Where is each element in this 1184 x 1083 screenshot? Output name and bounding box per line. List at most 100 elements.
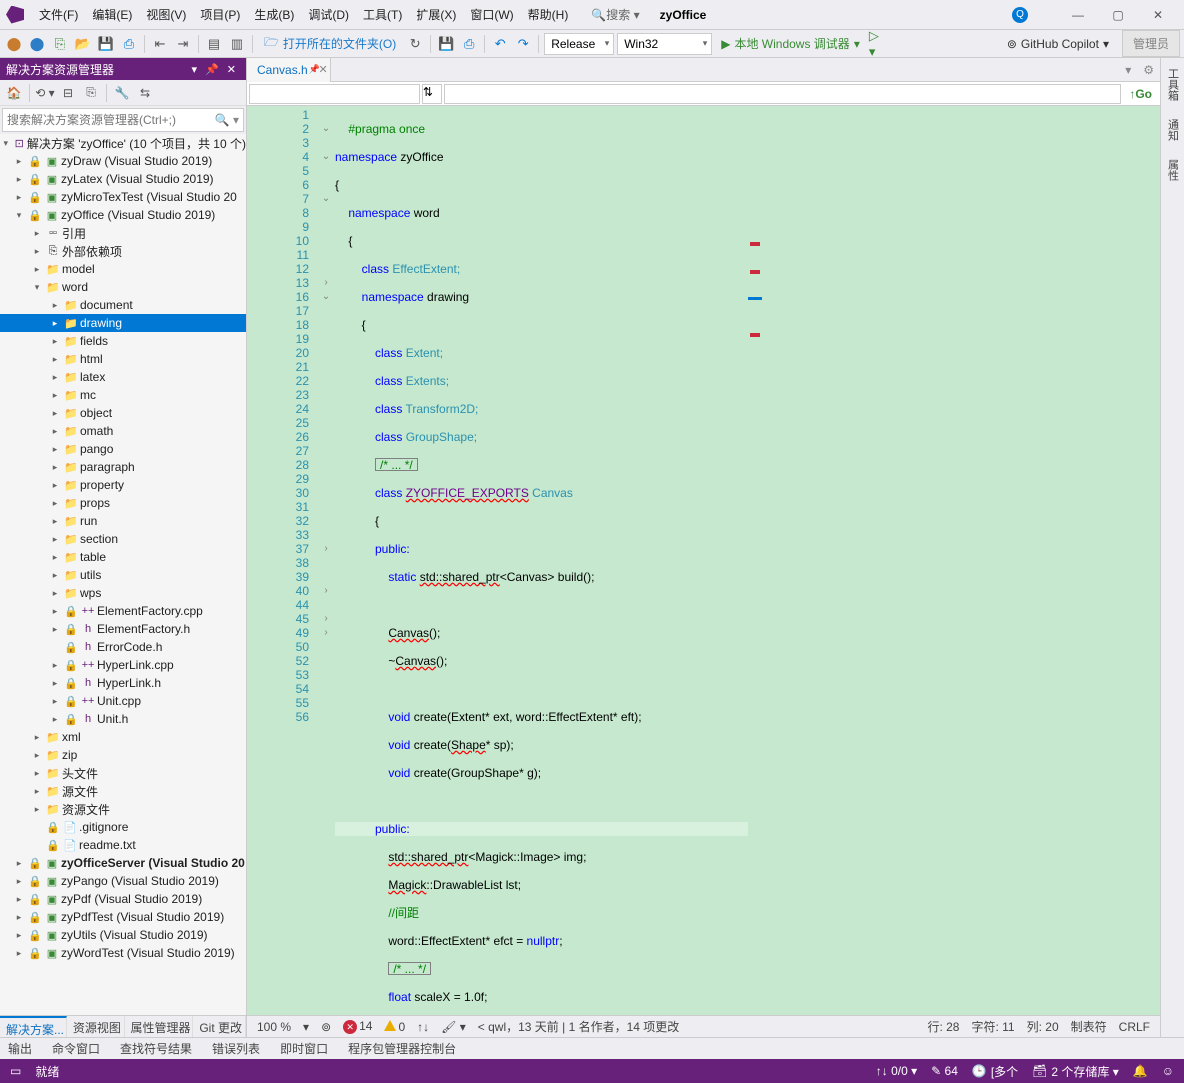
tree-selected[interactable]: ▸📁drawing xyxy=(0,314,246,332)
scope-in-icon[interactable]: ⇤ xyxy=(150,34,170,54)
nav-member-combo[interactable] xyxy=(444,84,1121,104)
solution-explorer: 解决方案资源管理器 ▾ 📌 ✕ 🏠 ⟲ ▾ ⊟ ⎘ 🔧 ⇆ 🔍 ▾ ▾⊡解决方案… xyxy=(0,58,247,1037)
home-icon[interactable]: 🏠 xyxy=(4,83,24,103)
menu-edit[interactable]: 编辑(E) xyxy=(85,2,139,27)
undo-icon[interactable]: ↶ xyxy=(490,34,510,54)
open-icon[interactable]: 📂 xyxy=(73,34,93,54)
pin-icon[interactable]: 📌 xyxy=(205,63,219,76)
open-folder-button[interactable]: 🗁 打开所在的文件夹(O) xyxy=(264,33,396,54)
vs-logo-icon xyxy=(6,6,24,24)
sidebar-tab-git[interactable]: Git 更改 xyxy=(193,1016,246,1037)
char-pos: 字符: 11 xyxy=(971,1018,1014,1035)
properties-icon[interactable]: 🔧 xyxy=(112,83,132,103)
tab-overflow-icon[interactable]: ▾ xyxy=(1119,63,1137,77)
menu-project[interactable]: 项目(P) xyxy=(193,2,247,27)
nav-fwd-icon[interactable]: ⬤ xyxy=(27,34,47,54)
git-sync[interactable]: ↑↓ 0/0 ▾ xyxy=(876,1064,917,1078)
code-editor[interactable]: 1234567891011121316171819202122232425262… xyxy=(247,106,1160,1015)
search-box[interactable]: 🔍 搜索 ▾ xyxy=(591,6,639,23)
scope-pkg[interactable]: 程序包管理器控制台 xyxy=(348,1040,456,1057)
account-icon[interactable]: Q xyxy=(1012,7,1028,23)
menu-debug[interactable]: 调试(D) xyxy=(301,2,356,27)
solution-tree[interactable]: ▾⊡解决方案 'zyOffice' (10 个项目，共 10 个) ▸🔒▣zyD… xyxy=(0,134,246,1015)
nav-scope-combo[interactable] xyxy=(249,84,420,104)
play-outline-icon[interactable]: ▷ ▾ xyxy=(869,34,889,54)
minimize-button[interactable]: — xyxy=(1058,1,1098,29)
ai-icon[interactable]: ⊚ xyxy=(321,1020,331,1034)
code-content[interactable]: #pragma once namespace zyOffice { namesp… xyxy=(335,106,748,1015)
output-icon[interactable]: ▭ xyxy=(10,1064,21,1078)
ready-label: 就绪 xyxy=(35,1063,59,1080)
config-combo[interactable]: Release xyxy=(544,33,614,55)
menu-bar: 文件(F) 编辑(E) 视图(V) 项目(P) 生成(B) 调试(D) 工具(T… xyxy=(0,0,1184,30)
nav-split-combo[interactable]: ⇅ xyxy=(422,84,442,104)
error-count[interactable]: ✕14 xyxy=(343,1019,372,1035)
lineending[interactable]: CRLF xyxy=(1119,1020,1150,1034)
showall-icon[interactable]: ⎘ xyxy=(81,83,101,103)
git-changes[interactable]: ✎ 64 xyxy=(931,1064,958,1078)
maximize-button[interactable]: ▢ xyxy=(1098,1,1138,29)
brush-icon[interactable]: 🖌 ▾ xyxy=(441,1020,466,1034)
toolbox-tab[interactable]: 工具箱 xyxy=(1163,62,1183,107)
sidebar-titlebar: 解决方案资源管理器 ▾ 📌 ✕ xyxy=(0,58,246,80)
scope-immediate[interactable]: 即时窗口 xyxy=(280,1040,328,1057)
feedback-icon[interactable]: ☺ xyxy=(1162,1064,1174,1078)
go-button[interactable]: ↑Go xyxy=(1123,87,1158,101)
fold-column[interactable]: ⌄⌄⌄›⌄›››› xyxy=(317,106,335,1015)
close-button[interactable]: ✕ xyxy=(1138,1,1178,29)
app-title: zyOffice xyxy=(660,8,707,22)
copilot-button[interactable]: ⊚ GitHub Copilot ▾ xyxy=(1007,37,1109,51)
scope-cmd[interactable]: 命令窗口 xyxy=(52,1040,100,1057)
redo-icon[interactable]: ↷ xyxy=(513,34,533,54)
editor-tabbar: Canvas.h📌✕ ▾ ⚙ xyxy=(247,58,1160,82)
status-strip: ▭ 就绪 ↑↓ 0/0 ▾ ✎ 64 🕒 [多个 🗃 2 个存储库 ▾ 🔔 ☺ xyxy=(0,1059,1184,1083)
sidebar-search[interactable]: 🔍 ▾ xyxy=(2,108,244,132)
menu-tools[interactable]: 工具(T) xyxy=(356,2,409,27)
editor-tab[interactable]: Canvas.h📌✕ xyxy=(247,58,331,82)
sidebar-tab-resource[interactable]: 资源视图 xyxy=(67,1016,125,1037)
save2-icon[interactable]: 💾 xyxy=(436,34,456,54)
saveall2-icon[interactable]: ⎙ xyxy=(459,34,479,54)
comment-icon[interactable]: ▤ xyxy=(204,34,224,54)
tab-settings-icon[interactable]: ⚙ xyxy=(1137,63,1160,77)
menu-window[interactable]: 窗口(W) xyxy=(463,2,520,27)
tab-close-icon[interactable]: ✕ xyxy=(314,63,331,76)
scope-output[interactable]: 输出 xyxy=(8,1040,32,1057)
save-icon[interactable]: 💾 xyxy=(96,34,116,54)
new-icon[interactable]: ⎘ xyxy=(50,34,70,54)
menu-view[interactable]: 视图(V) xyxy=(139,2,193,27)
zoom-level[interactable]: 100 % xyxy=(257,1020,291,1034)
marker-bar[interactable] xyxy=(748,106,1161,1015)
menu-extensions[interactable]: 扩展(X) xyxy=(409,2,463,27)
sidebar-tab-solution[interactable]: 解决方案... xyxy=(0,1016,67,1037)
warn-count[interactable]: 0 xyxy=(384,1020,405,1034)
git-branch[interactable]: 🕒 [多个 xyxy=(972,1063,1018,1080)
refresh-icon[interactable]: ↻ xyxy=(405,34,425,54)
scope-find[interactable]: 查找符号结果 xyxy=(120,1040,192,1057)
bell-icon[interactable]: 🔔 xyxy=(1133,1064,1148,1078)
sync-icon[interactable]: ⟲ ▾ xyxy=(35,83,55,103)
notifications-tab[interactable]: 通知 xyxy=(1163,113,1183,147)
menu-help[interactable]: 帮助(H) xyxy=(521,2,576,27)
scope-out-icon[interactable]: ⇥ xyxy=(173,34,193,54)
uncomment-icon[interactable]: ▥ xyxy=(227,34,247,54)
start-debug-button[interactable]: ▶ 本地 Windows 调试器 ▾ xyxy=(721,35,860,52)
line-pos: 行: 28 xyxy=(927,1018,959,1035)
close-panel-icon[interactable]: ✕ xyxy=(227,63,236,76)
col-pos: 列: 20 xyxy=(1027,1018,1059,1035)
dropdown-icon[interactable]: ▾ xyxy=(192,63,198,76)
saveall-icon[interactable]: ⎙ xyxy=(119,34,139,54)
blame-info[interactable]: < qwl，13 天前 | 1 名作者，14 项更改 xyxy=(478,1018,680,1035)
preview-icon[interactable]: ⇆ xyxy=(135,83,155,103)
sidebar-search-input[interactable] xyxy=(3,113,211,127)
scope-errors[interactable]: 错误列表 xyxy=(212,1040,260,1057)
nav-back-icon[interactable]: ⬤ xyxy=(4,34,24,54)
menu-file[interactable]: 文件(F) xyxy=(32,2,85,27)
tab-mode[interactable]: 制表符 xyxy=(1071,1018,1107,1035)
properties-tab[interactable]: 属性 xyxy=(1163,153,1183,187)
git-repos[interactable]: 🗃 2 个存储库 ▾ xyxy=(1032,1063,1119,1080)
sidebar-tab-props[interactable]: 属性管理器 xyxy=(125,1016,194,1037)
collapse-icon[interactable]: ⊟ xyxy=(58,83,78,103)
platform-combo[interactable]: Win32 xyxy=(617,33,712,55)
menu-build[interactable]: 生成(B) xyxy=(247,2,301,27)
